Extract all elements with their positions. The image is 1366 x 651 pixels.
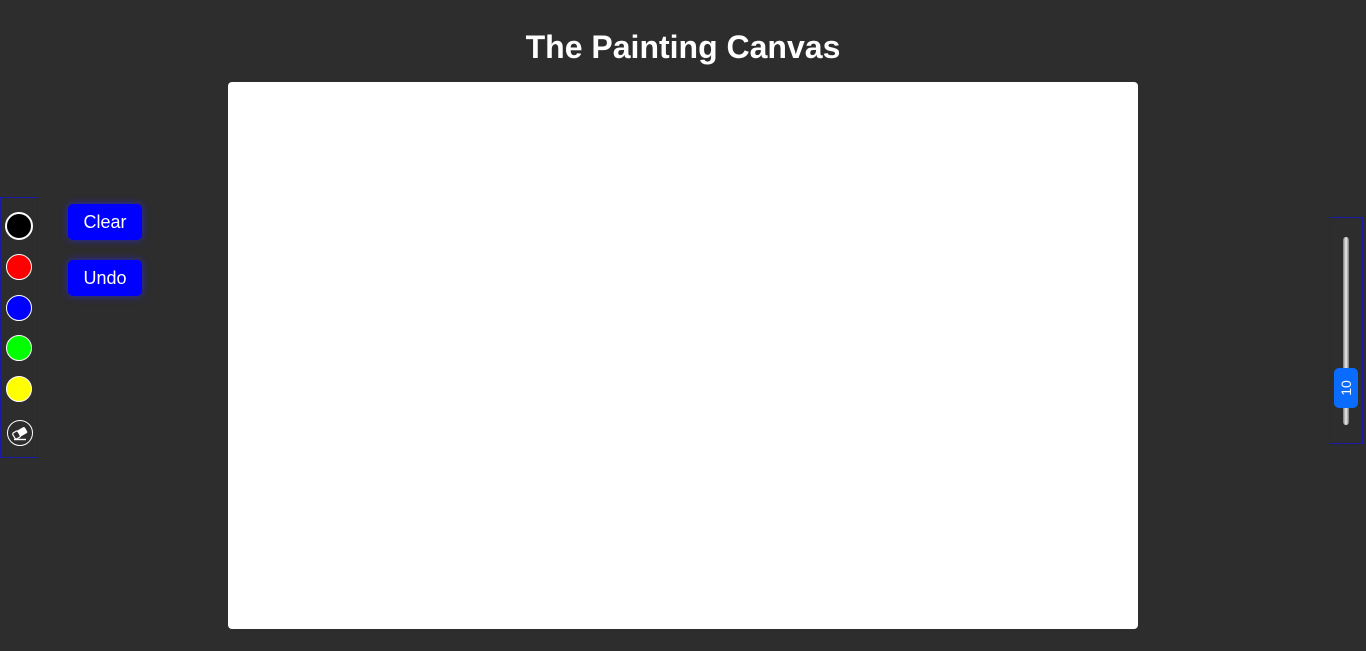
color-swatch-black[interactable]	[5, 212, 33, 240]
eraser-button[interactable]	[7, 420, 33, 446]
color-swatch-green[interactable]	[6, 335, 32, 361]
clear-button[interactable]: Clear	[68, 204, 142, 240]
color-swatch-yellow[interactable]	[6, 376, 32, 402]
color-swatch-blue[interactable]	[6, 295, 32, 321]
undo-button[interactable]: Undo	[68, 260, 142, 296]
drawing-canvas[interactable]	[228, 82, 1138, 629]
page-title: The Painting Canvas	[525, 29, 841, 65]
brush-size-slider-thumb[interactable]: 10	[1334, 368, 1358, 408]
color-swatch-red[interactable]	[6, 254, 32, 280]
eraser-icon	[12, 427, 28, 441]
paint-app: The Painting Canvas Clear Undo 10	[0, 0, 1366, 651]
brush-size-value: 10	[1338, 380, 1354, 396]
